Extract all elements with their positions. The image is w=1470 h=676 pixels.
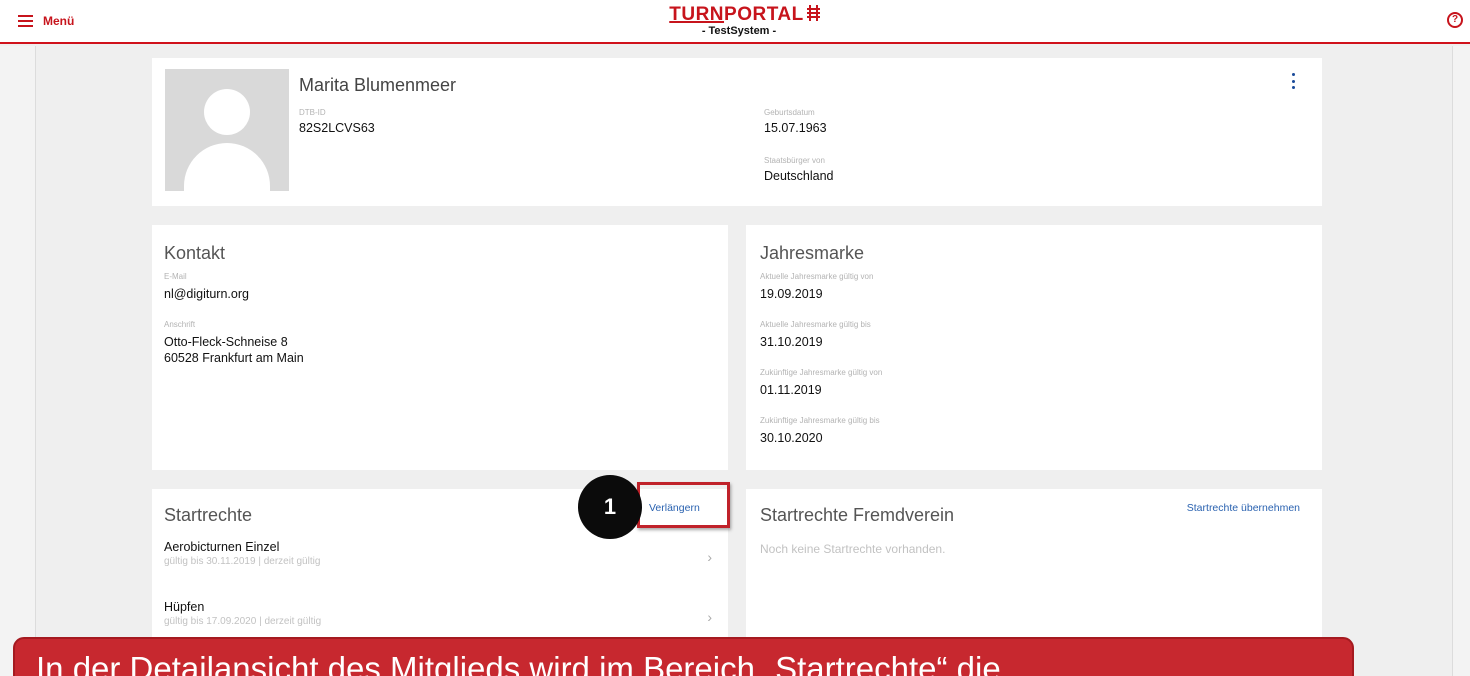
take-over-start-rights-link[interactable]: Startrechte übernehmen (1187, 502, 1300, 514)
contact-title: Kontakt (164, 243, 226, 263)
logo-turn: TURN (669, 4, 725, 25)
chevron-right-icon: › (707, 609, 712, 625)
email-value: nl@digiturn.org (164, 287, 249, 301)
menu-label: Menü (43, 14, 75, 28)
citizenship-label: Staatsbürger von (764, 156, 825, 165)
top-bar: Menü TURNPORTAL - TestSystem - ? (0, 0, 1470, 44)
menu-icon (18, 15, 33, 27)
current-valid-from-value: 19.09.2019 (760, 287, 823, 301)
start-right-title: Hüpfen (164, 600, 205, 614)
start-right-item[interactable]: Hüpfen gültig bis 17.09.2020 | derzeit g… (164, 599, 726, 629)
annotation-highlight-box (637, 482, 730, 528)
menu-button[interactable]: Menü (18, 14, 74, 28)
start-right-validity: gültig bis 17.09.2020 | derzeit gültig (164, 616, 322, 627)
birthdate-label: Geburtsdatum (764, 108, 815, 117)
annotation-step-marker: 1 (578, 475, 642, 539)
dtb-id-label: DTB-ID (299, 108, 326, 117)
current-valid-to-value: 31.10.2019 (760, 335, 823, 349)
logo-mark-icon (806, 5, 821, 21)
start-right-item[interactable]: Aerobicturnen Einzel gültig bis 30.11.20… (164, 539, 726, 569)
foreign-club-title: Startrechte Fremdverein (760, 505, 955, 525)
annotation-caption-banner: In der Detailansicht des Mitglieds wird … (13, 637, 1354, 676)
future-valid-to-value: 30.10.2020 (760, 431, 823, 445)
annual-stamp-card: Jahresmarke Aktuelle Jahresmarke gültig … (746, 225, 1322, 470)
start-rights-title: Startrechte (164, 505, 253, 525)
left-gutter (0, 46, 36, 676)
email-label: E-Mail (164, 272, 187, 281)
contact-card: Kontakt E-Mail nl@digiturn.org Anschrift… (152, 225, 728, 470)
empty-state-text: Noch keine Startrechte vorhanden. (760, 542, 946, 556)
avatar-placeholder-icon (165, 69, 289, 191)
current-valid-to-label: Aktuelle Jahresmarke gültig bis (760, 320, 871, 329)
address-label: Anschrift (164, 320, 196, 329)
start-right-validity: gültig bis 30.11.2019 | derzeit gültig (164, 556, 321, 567)
profile-card: Marita Blumenmeer DTB-ID 82S2LCVS63 Gebu… (152, 58, 1322, 206)
annual-stamp-title: Jahresmarke (760, 243, 865, 263)
logo-subtitle: - TestSystem - (701, 25, 777, 37)
more-vertical-icon[interactable] (1290, 73, 1296, 89)
future-valid-from-label: Zukünftige Jahresmarke gültig von (760, 368, 883, 377)
start-right-title: Aerobicturnen Einzel (164, 540, 280, 554)
logo-portal: PORTAL (724, 4, 804, 25)
right-gutter (1452, 46, 1470, 676)
future-valid-from-value: 01.11.2019 (760, 383, 822, 397)
current-valid-from-label: Aktuelle Jahresmarke gültig von (760, 272, 874, 281)
address-street: Otto-Fleck-Schneise 8 (164, 335, 288, 349)
dtb-id-value: 82S2LCVS63 (299, 121, 375, 135)
birthdate-value: 15.07.1963 (764, 121, 827, 135)
citizenship-value: Deutschland (764, 169, 834, 183)
address-city: 60528 Frankfurt am Main (164, 351, 304, 365)
future-valid-to-label: Zukünftige Jahresmarke gültig bis (760, 416, 880, 425)
help-icon[interactable]: ? (1447, 12, 1463, 28)
chevron-right-icon: › (707, 549, 712, 565)
turnportal-logo[interactable]: TURNPORTAL - TestSystem - (660, 5, 830, 37)
member-name: Marita Blumenmeer (299, 75, 457, 95)
